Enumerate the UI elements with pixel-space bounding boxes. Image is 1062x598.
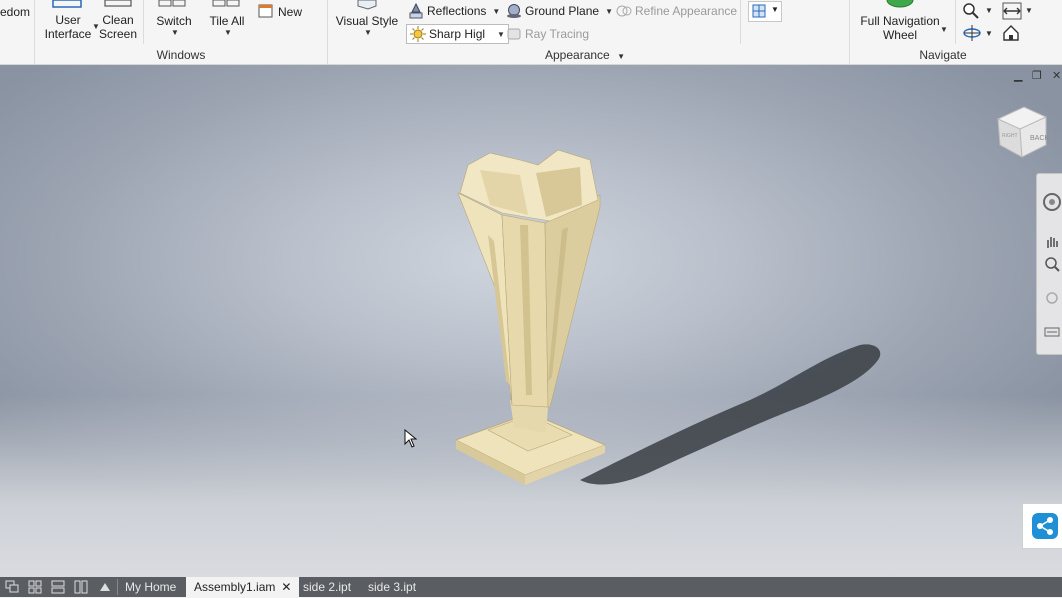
ground-plane-button[interactable]: Ground Plane ▼ (506, 3, 613, 19)
viewcube[interactable]: BACK RIGHT (994, 103, 1050, 163)
partial-label[interactable]: edom (0, 5, 30, 19)
share-view-button[interactable] (1022, 503, 1062, 549)
appearance-title-label: Appearance (545, 48, 610, 62)
refine-appearance-label: Refine Appearance (635, 4, 738, 18)
restore-icon[interactable]: ❐ (1032, 69, 1042, 82)
home-view-icon[interactable] (1002, 24, 1020, 42)
switch-button[interactable]: Switch (150, 14, 198, 28)
steering-wheel-icon[interactable] (1042, 192, 1062, 212)
ground-plane-icon (507, 4, 521, 18)
navigate-panel-title: Navigate (919, 48, 967, 62)
group-separator (740, 0, 741, 44)
refine-appearance-icon (616, 5, 632, 17)
ray-tracing-button[interactable]: Ray Tracing (506, 26, 589, 42)
vase-model[interactable] (450, 145, 620, 495)
visual-style-button[interactable]: Visual Style (334, 14, 400, 28)
visual-style-dropdown[interactable]: ▼ (364, 28, 372, 37)
viewcube-right-label: RIGHT (1002, 133, 1018, 139)
share-icon (1032, 513, 1058, 539)
view-layout-icon (752, 4, 766, 18)
orbit-tool-icon[interactable] (1044, 290, 1060, 306)
navigation-wheel-dropdown[interactable]: ▼ (940, 25, 948, 34)
appearance-panel-dropdown[interactable]: ▼ (617, 52, 625, 61)
navigation-wheel-icon (886, 0, 914, 8)
minimize-icon[interactable]: ▁ (1014, 69, 1022, 82)
switch-dropdown[interactable]: ▼ (171, 28, 179, 37)
close-icon[interactable]: ✕ (1052, 69, 1061, 82)
tab-side-2-label: side 2.ipt (303, 580, 352, 594)
new-window-icon (258, 4, 273, 18)
ground-plane-label: Ground Plane (525, 4, 600, 18)
document-tab-bar: My Home Assembly1.iam ✕ side 2.ipt side 3… (0, 577, 1062, 597)
panel-separator (849, 0, 850, 64)
reflections-button[interactable]: Reflections ▼ (408, 3, 500, 19)
view-layout-button[interactable]: ▼ (748, 1, 782, 22)
tab-side-3-label: side 3.ipt (368, 580, 417, 594)
orbit-icon[interactable] (962, 24, 982, 42)
view-layout-dropdown[interactable]: ▼ (771, 5, 779, 14)
lighting-style-value: Sharp Higl (429, 27, 486, 41)
ray-tracing-label: Ray Tracing (525, 27, 590, 41)
windows-panel-title: Windows (156, 48, 206, 62)
panel-separator (34, 0, 35, 64)
panel-separator (327, 0, 328, 64)
tile-vertical-icon[interactable] (74, 580, 88, 594)
tile-all-icon (212, 0, 240, 7)
mouse-cursor-icon (404, 429, 418, 448)
zoom-tool-icon[interactable] (1044, 256, 1060, 272)
tile-windows-icon[interactable] (28, 580, 42, 594)
user-interface-button[interactable]: User Interface (40, 13, 96, 41)
zoom-dropdown[interactable]: ▼ (985, 6, 993, 15)
orbit-dropdown[interactable]: ▼ (985, 29, 993, 38)
reflections-dropdown[interactable]: ▼ (492, 7, 500, 16)
viewcube-back-label: BACK (1030, 135, 1049, 142)
pan-tool-icon[interactable] (1044, 234, 1060, 250)
reflections-icon (409, 3, 423, 19)
graphics-viewport[interactable]: ▁ ❐ ✕ BACK RIGHT (0, 65, 1062, 577)
tab-assembly1[interactable]: Assembly1.iam ✕ (186, 577, 300, 597)
pan-dropdown[interactable]: ▼ (1025, 6, 1033, 15)
ribbon: edom User Interface ▼ Clean Screen Switc… (0, 0, 1062, 65)
group-separator (955, 0, 956, 44)
lighting-style-select[interactable]: Sharp Higl ▼ (406, 24, 509, 44)
clean-screen-button[interactable]: Clean Screen (98, 13, 138, 41)
new-window-button[interactable]: New (278, 5, 302, 19)
look-at-icon[interactable] (1044, 324, 1060, 340)
tab-list-up-icon[interactable] (98, 580, 112, 594)
lighting-style-dropdown[interactable]: ▼ (497, 30, 505, 39)
tab-my-home[interactable]: My Home (117, 577, 184, 597)
appearance-panel-title: Appearance ▼ (540, 48, 630, 62)
sharp-highlights-icon (410, 26, 426, 42)
close-tab-icon[interactable]: ✕ (281, 580, 291, 594)
zoom-icon[interactable] (962, 2, 980, 20)
cascade-windows-icon[interactable] (5, 580, 19, 594)
user-interface-icon (52, 0, 82, 8)
tab-my-home-label: My Home (125, 580, 177, 594)
clean-screen-icon (104, 0, 132, 7)
visual-style-icon (357, 0, 377, 10)
reflections-label: Reflections (427, 4, 487, 18)
pan-icon[interactable] (1002, 2, 1022, 20)
switch-icon (158, 0, 186, 7)
tile-all-dropdown[interactable]: ▼ (224, 28, 232, 37)
ray-tracing-icon (507, 28, 521, 40)
full-navigation-wheel-button[interactable]: Full Navigation Wheel (857, 14, 943, 42)
ground-plane-dropdown[interactable]: ▼ (605, 7, 613, 16)
tab-assembly1-label: Assembly1.iam (194, 580, 276, 594)
group-separator (143, 0, 144, 44)
tile-horizontal-icon[interactable] (51, 580, 65, 594)
tab-side-3[interactable]: side 3.ipt (360, 577, 424, 597)
navigation-bar (1036, 173, 1062, 355)
tab-side-2[interactable]: side 2.ipt (295, 577, 359, 597)
tile-all-button[interactable]: Tile All (204, 14, 250, 28)
refine-appearance-button[interactable]: Refine Appearance (616, 3, 737, 19)
